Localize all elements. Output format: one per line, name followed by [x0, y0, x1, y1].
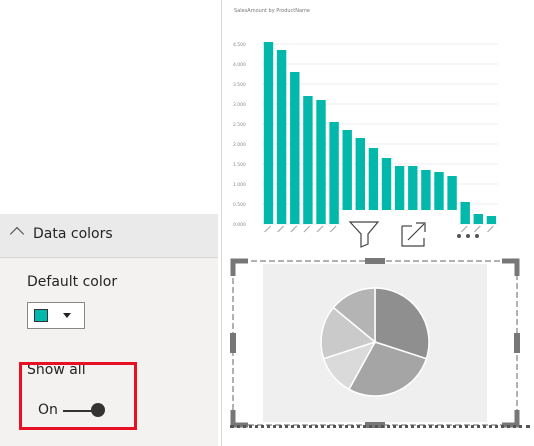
x-tick-label — [277, 225, 285, 233]
x-tick-label — [264, 225, 271, 233]
more-options-icon[interactable] — [457, 234, 479, 238]
y-tick-label: 0.500 — [233, 202, 246, 208]
resize-handle-top-left[interactable] — [230, 258, 248, 276]
pie-chart-visual[interactable] — [230, 258, 520, 428]
y-tick-label: 4.500 — [233, 42, 246, 48]
y-tick-label: 2.500 — [233, 122, 246, 128]
resize-handle-bottom-right[interactable] — [502, 410, 520, 428]
canvas-edge — [230, 425, 530, 428]
bar[interactable] — [329, 122, 339, 224]
x-tick-label — [329, 225, 337, 233]
bar[interactable] — [290, 72, 300, 224]
chart-title: SalesAmount by ProductName — [234, 8, 310, 14]
x-tick-label — [316, 225, 324, 233]
default-color-picker[interactable] — [27, 302, 85, 329]
x-tick-label — [487, 225, 494, 233]
y-tick-label: 1.500 — [233, 162, 246, 168]
bar-chart: SalesAmount by ProductName 0.000 0.500 1.0… — [233, 8, 498, 233]
pane-divider — [221, 0, 222, 446]
bar[interactable] — [486, 216, 497, 224]
pie-chart — [230, 258, 520, 428]
y-tick-label: 2.000 — [233, 142, 246, 148]
y-tick-label: 3.000 — [233, 102, 246, 108]
bar[interactable] — [303, 96, 313, 224]
x-tick-label — [290, 225, 298, 233]
resize-handle-right[interactable] — [514, 333, 520, 353]
data-colors-header[interactable]: Data colors — [0, 214, 218, 258]
resize-handle-top[interactable] — [365, 258, 385, 264]
bar[interactable] — [263, 42, 274, 224]
visual-toolbar — [342, 210, 479, 250]
color-swatch — [34, 309, 48, 322]
chevron-up-icon[interactable] — [9, 226, 25, 242]
y-tick-label: 4.000 — [233, 62, 246, 68]
data-colors-title: Data colors — [33, 226, 113, 242]
bar[interactable] — [276, 50, 287, 224]
default-color-label: Default color — [27, 274, 118, 290]
x-tick-label — [303, 225, 311, 233]
bar-chart-visual[interactable]: SalesAmount by ProductName 0.000 0.500 1.0… — [230, 0, 530, 238]
bar[interactable] — [316, 100, 326, 224]
y-tick-label: 3.500 — [233, 82, 246, 88]
resize-handle-bottom-left[interactable] — [230, 410, 248, 428]
resize-handle-left[interactable] — [230, 333, 236, 353]
resize-handle-top-right[interactable] — [502, 258, 520, 276]
y-tick-label: 1.000 — [233, 182, 246, 188]
caret-down-icon — [63, 313, 71, 318]
y-tick-label: 0.000 — [233, 222, 246, 228]
highlight-box — [19, 362, 137, 430]
